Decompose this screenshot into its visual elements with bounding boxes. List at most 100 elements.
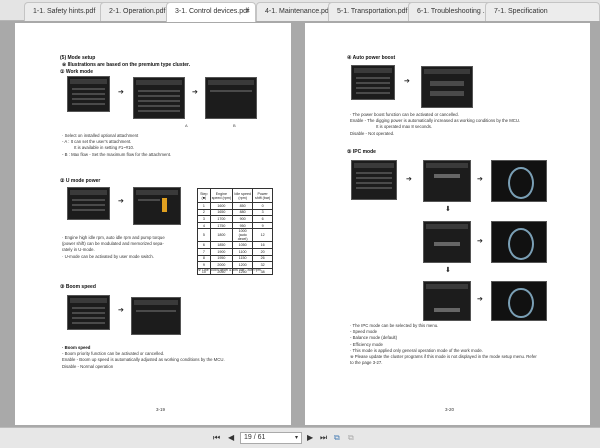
- section-heading: (5) Mode setup: [60, 55, 96, 61]
- table-cell: 1150: [232, 254, 254, 263]
- table-cell: 850: [232, 202, 254, 210]
- text-line: to the page 3-27.: [350, 360, 383, 366]
- table-header: Power shift (bar): [252, 188, 273, 203]
- cluster-screen-image: [133, 77, 185, 119]
- auto-boost-text: · The power boost function can be activa…: [350, 112, 520, 137]
- table-cell: 20: [252, 247, 273, 256]
- caption-a: A: [185, 123, 188, 128]
- previous-page-icon[interactable]: ◀: [228, 433, 234, 442]
- table-row: 3 1700 900 6: [197, 215, 273, 223]
- arrow-icon: ➔: [477, 176, 483, 183]
- arrow-down-icon: ⬇: [445, 206, 451, 213]
- table-cell: 1800: [209, 228, 234, 243]
- page-number-select[interactable]: 19 / 61 ▾: [240, 432, 302, 444]
- tab-control-devices[interactable]: 3-1. Control devices.pdf ×: [166, 2, 256, 22]
- last-page-icon[interactable]: ⏭: [320, 433, 327, 443]
- ipc-mode-title: ⑤ IPC mode: [347, 149, 376, 155]
- boom-speed-text: · Boom speed - Boom priority function ca…: [62, 345, 225, 370]
- table-cell: 3: [197, 215, 211, 223]
- tab-label: 6-1. Troubleshooting ...: [417, 8, 489, 15]
- table-header: Step (■): [197, 188, 211, 203]
- arrow-icon: ➔: [118, 198, 124, 205]
- cluster-screen-image: [205, 77, 257, 119]
- table-row: 1 1600 850 0: [197, 202, 273, 210]
- table-footnote: ※ One touch decel & low idle : 850 rpm: [198, 268, 261, 272]
- arrow-icon: ➔: [192, 89, 198, 96]
- two-page-view-icon[interactable]: ⧉: [334, 433, 340, 443]
- note: ※ Illustrations are based on the premium…: [62, 62, 191, 68]
- cluster-screen-image: [423, 160, 471, 202]
- table-cell: 5: [197, 228, 211, 243]
- arrow-icon: ➔: [404, 78, 410, 85]
- tab-label: 5-1. Transportation.pdf: [337, 8, 408, 15]
- boom-speed-title: ③ Boom speed: [60, 284, 96, 290]
- table-cell: 950: [232, 221, 254, 230]
- cluster-screen-image: [421, 66, 473, 108]
- tab-bar: 1-1. Safety hints.pdf 2-1. Operation.pdf…: [0, 0, 600, 22]
- gauge-display-image: [491, 281, 547, 321]
- table-header: Engine speed (rpm): [209, 188, 234, 203]
- page-number: 3-20: [445, 407, 455, 412]
- u-mode-title: ② U mode power: [60, 178, 101, 184]
- table-cell: 8: [197, 254, 211, 263]
- table-cell: 3: [252, 208, 273, 217]
- table-cell: 1750: [209, 221, 234, 230]
- text-line: · U-mode can be activated by user mode s…: [62, 253, 154, 259]
- table-cell: 12: [252, 228, 273, 243]
- table-cell: 7: [197, 247, 211, 256]
- gauge-display-image: [491, 160, 547, 202]
- tab-specification[interactable]: 7-1. Specification: [485, 2, 600, 21]
- table-cell: 2: [197, 208, 211, 217]
- table-cell: 900: [232, 215, 254, 223]
- arrow-down-icon: ⬇: [445, 267, 451, 274]
- table-cell: 1950: [209, 254, 234, 263]
- table-row: 7 1900 1100 20: [197, 247, 273, 256]
- table-cell: 880: [232, 208, 254, 217]
- tab-troubleshooting[interactable]: 6-1. Troubleshooting ...: [408, 2, 492, 21]
- cluster-screen-image: [67, 187, 110, 220]
- table-cell: 1900: [209, 247, 234, 256]
- text-line: Enable - Boom up speed is automatically …: [62, 357, 225, 363]
- tab-transportation[interactable]: 5-1. Transportation.pdf: [328, 2, 414, 21]
- close-icon[interactable]: ×: [246, 8, 250, 15]
- first-page-icon[interactable]: ⏮: [213, 433, 220, 443]
- table-header: Idle speed (rpm): [232, 188, 254, 203]
- tab-label: 3-1. Control devices.pdf: [175, 8, 249, 15]
- table-row: 5 1800 1000 (auto decel) 12: [197, 228, 273, 243]
- ipc-text: · The IPC mode can be selected by this m…: [350, 323, 537, 366]
- table-cell: 6: [197, 241, 211, 249]
- arrow-icon: ➔: [118, 89, 124, 96]
- text-line: - B : Max flow - Set the maximum flow fo…: [62, 151, 172, 157]
- cluster-screen-image: [131, 297, 181, 335]
- table-cell: 1100: [232, 247, 254, 256]
- cluster-screen-image: [423, 281, 471, 321]
- tab-safety-hints[interactable]: 1-1. Safety hints.pdf: [24, 2, 110, 21]
- text-line: Disable - Normal operation: [62, 363, 114, 369]
- tab-label: 4-1. Maintenance.pdf: [265, 8, 331, 15]
- work-mode-text: · Select on installed optional attachmen…: [62, 133, 171, 158]
- caption-b: B: [233, 123, 236, 128]
- table-row: 8 1950 1150 26: [197, 254, 273, 263]
- table-cell: 9: [252, 221, 273, 230]
- chevron-down-icon: ▾: [294, 435, 298, 441]
- cluster-screen-image: [133, 187, 181, 225]
- arrow-icon: ➔: [477, 238, 483, 245]
- page-number: 3-19: [156, 407, 166, 412]
- table-cell: 1: [197, 202, 211, 210]
- next-page-icon[interactable]: ▶: [307, 433, 313, 442]
- table-cell: 0: [252, 202, 273, 210]
- tab-maintenance[interactable]: 4-1. Maintenance.pdf: [256, 2, 334, 21]
- u-mode-table: Step (■) Engine speed (rpm) Idle speed (rp…: [197, 188, 273, 276]
- table-cell: 1700: [209, 215, 234, 223]
- pdf-page-right: ④ Auto power boost ➔ · The power boost f…: [305, 23, 590, 425]
- single-page-view-icon[interactable]: ⧉: [348, 433, 354, 443]
- arrow-icon: ➔: [406, 176, 412, 183]
- table-cell: 26: [252, 254, 273, 263]
- table-cell: 1600: [209, 202, 234, 210]
- table-cell: 6: [252, 215, 273, 223]
- arrow-icon: ➔: [477, 296, 483, 303]
- table-cell: 1650: [209, 208, 234, 217]
- auto-power-boost-title: ④ Auto power boost: [347, 55, 396, 61]
- tab-label: 1-1. Safety hints.pdf: [33, 8, 96, 15]
- table-row: 6 1850 1050 16: [197, 241, 273, 249]
